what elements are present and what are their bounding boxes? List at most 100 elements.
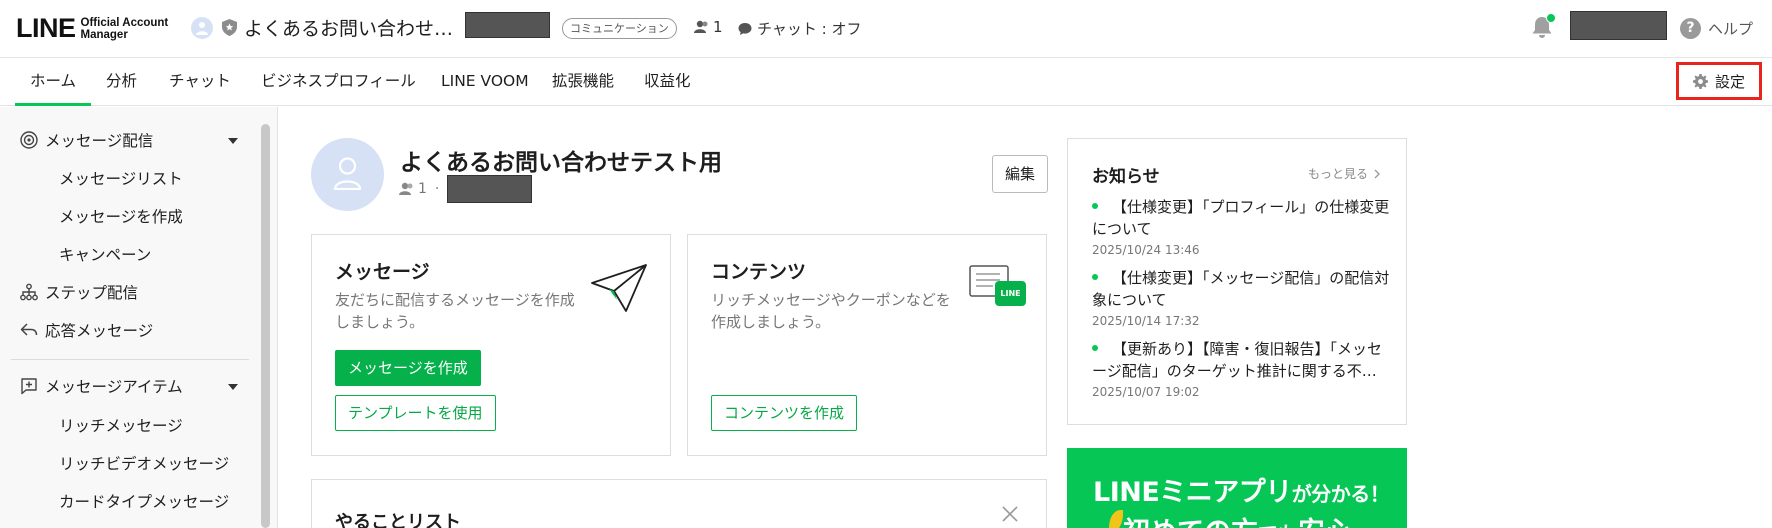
chevron-down-icon[interactable] [228,138,238,144]
news-more-link[interactable]: もっと見る [1308,165,1381,182]
news-item-text: 【更新あり】【障害・復旧報告】「メッセージ配信」のターゲット推計に関する不… [1092,340,1383,380]
banner-headline: LINEミニアプリが分かる！ [1093,470,1390,509]
news-item[interactable]: 【仕様変更】「メッセージ配信」の配信対象について 2025/10/14 17:3… [1092,267,1390,328]
sidebar-item-rich-message[interactable]: リッチメッセージ [59,414,183,436]
help-icon: ? [1680,18,1701,39]
sidebar-item-message-list[interactable]: メッセージリスト [59,167,183,189]
news-item-date: 2025/10/24 13:46 [1092,243,1200,257]
tab-analytics[interactable]: 分析 [106,58,137,105]
sidebar-scrollbar[interactable] [261,124,270,528]
broadcast-icon [19,130,39,150]
tab-chat[interactable]: チャット [169,58,231,105]
leaf-illustration [1109,510,1123,528]
tab-extensions[interactable]: 拡張機能 [552,58,614,105]
sidebar-item-step-delivery[interactable]: ステップ配信 [19,281,138,303]
news-dot [1092,274,1098,280]
banner-line2-end: 安心 [1298,517,1352,528]
redacted-account-id [465,12,550,38]
news-more-label: もっと見る [1308,167,1369,181]
help-link[interactable]: ? ヘルプ [1680,18,1753,39]
add-message-icon [19,376,39,396]
banner-line1-small: が分かる！ [1291,482,1390,506]
step-flow-icon [19,282,39,302]
sidebar-item-campaign[interactable]: キャンペーン [59,243,151,265]
create-contents-button[interactable]: コンテンツを作成 [711,395,858,431]
news-dot [1092,203,1098,209]
todo-card: やることリスト [311,479,1047,528]
message-card: メッセージ 友だちに配信するメッセージを作成しましょう。 メッセージを作成 テン… [311,234,671,456]
chevron-down-icon[interactable] [228,384,238,390]
logo-sub-line2: Manager [80,28,128,41]
news-item-text: 【仕様変更】「メッセージ配信」の配信対象について [1092,269,1390,309]
banner-line2-small: でも [1258,522,1298,528]
logo-sub: Official Account Manager [81,17,169,41]
tab-monetization[interactable]: 収益化 [644,58,691,105]
chat-status-label: チャット : オフ [757,20,862,38]
card-title: メッセージ [335,261,430,283]
use-template-button[interactable]: テンプレートを使用 [335,395,496,431]
redacted-user-name [1570,11,1667,40]
friends-icon [399,182,413,195]
mini-app-banner[interactable]: LINEミニアプリが分かる！ 初めての方でも安心 [1067,448,1407,528]
close-icon[interactable] [1002,506,1018,522]
news-panel: お知らせ もっと見る 【仕様変更】「プロフィール」の仕様変更について 2025/… [1067,138,1407,425]
banner-line2-big: 初めての方 [1123,517,1258,528]
chat-status[interactable]: チャット : オフ [738,18,861,39]
account-avatar[interactable] [191,17,213,39]
sidebar-item-create-message[interactable]: メッセージを作成 [59,205,183,227]
friends-icon [694,20,708,33]
banner-subline: 初めての方でも安心 [1123,510,1352,528]
contents-card: コンテンツ リッチメッセージやクーポンなどを作成しましょう。 LINE コンテン… [687,234,1047,456]
sidebar-divider [11,359,249,360]
paper-plane-icon [591,264,647,312]
tab-line-voom[interactable]: LINE VOOM [441,58,529,105]
person-icon [196,22,208,35]
news-title: お知らせ [1092,167,1160,187]
sidebar-item-label: メッセージ配信 [45,132,154,150]
create-message-button[interactable]: メッセージを作成 [335,350,481,386]
news-item-text: 【仕様変更】「プロフィール」の仕様変更について [1092,198,1390,238]
sidebar-item-label: メッセージアイテム [45,378,183,396]
news-dot [1092,345,1098,351]
logo-main: LINE [16,13,76,43]
sidebar-item-auto-reply[interactable]: 応答メッセージ [19,319,153,341]
person-icon [333,157,362,190]
reply-icon [19,320,39,340]
chevron-right-icon [1374,169,1380,178]
sidebar-item-message-delivery[interactable]: メッセージ配信 [19,129,153,151]
profile-meta: 1 · [399,181,447,197]
edit-profile-button[interactable]: 編集 [992,155,1048,193]
friend-count[interactable]: 1 [694,18,723,36]
profile-friend-count: 1 [418,181,427,197]
help-label: ヘルプ [1708,20,1754,38]
gear-icon [1692,73,1708,89]
category-badge: コミュニケーション [562,18,677,39]
news-item-date: 2025/10/14 17:32 [1092,314,1200,328]
settings-button[interactable]: 設定 [1676,62,1762,100]
sidebar-item-rich-video-message[interactable]: リッチビデオメッセージ [59,452,229,474]
friend-count-value: 1 [713,18,723,36]
account-name[interactable]: よくあるお問い合わせ… [244,14,453,41]
todo-title: やることリスト [335,512,461,528]
news-item[interactable]: 【仕様変更】「プロフィール」の仕様変更について 2025/10/24 13:46 [1092,196,1390,257]
card-description: リッチメッセージやクーポンなどを作成しましょう。 [711,291,951,331]
card-description: 友だちに配信するメッセージを作成しましょう。 [335,291,575,331]
card-title: コンテンツ [711,261,807,283]
settings-label: 設定 [1714,72,1745,91]
meta-separator: · [434,181,440,197]
shield-icon [222,19,237,36]
sidebar-item-message-items[interactable]: メッセージアイテム [19,375,183,397]
logo-sub-line1: Official Account [80,16,169,29]
sidebar-item-card-message[interactable]: カードタイプメッセージ [59,490,229,512]
banner-line1-big: LINEミニアプリ [1093,477,1292,508]
profile-avatar[interactable] [311,138,384,211]
profile-name: よくあるお問い合わせテスト用 [400,150,722,176]
notification-dot [1546,13,1556,23]
news-item[interactable]: 【更新あり】【障害・復旧報告】「メッセージ配信」のターゲット推計に関する不… 2… [1092,338,1390,399]
line-oam-logo[interactable]: LINE Official Account Manager [16,13,168,44]
news-item-date: 2025/10/07 19:02 [1092,385,1200,399]
tab-home[interactable]: ホーム [14,58,92,106]
chat-bubble-icon [738,22,752,35]
sidebar: メッセージ配信 メッセージリスト メッセージを作成 キャンペーン ステップ配信 … [0,107,278,528]
tab-business-profile[interactable]: ビジネスプロフィール [261,58,416,105]
